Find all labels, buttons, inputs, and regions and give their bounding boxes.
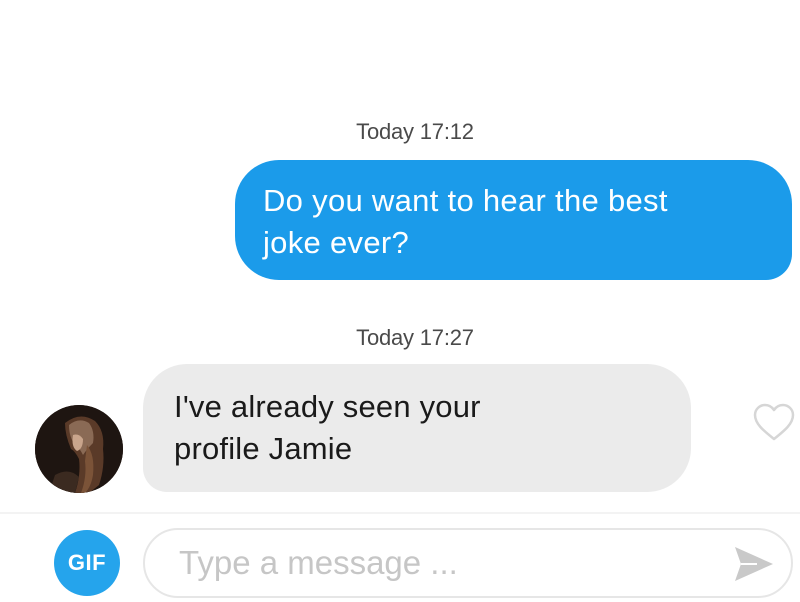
avatar-photo [35,405,123,493]
message-timestamp: Today 17:12 [356,119,474,144]
heart-outline-icon[interactable] [752,402,796,442]
message-input[interactable] [179,540,719,586]
avatar[interactable] [35,405,123,493]
message-timestamp: Today 17:27 [356,325,474,350]
message-text-line: I've already seen your [174,389,481,424]
message-text-line: joke ever? [263,225,410,260]
message-composer [143,528,793,598]
message-text-line: Do you want to hear the best [263,183,668,218]
send-arrow-icon[interactable] [733,545,775,583]
gif-button[interactable]: GIF [54,530,120,596]
composer-divider [0,512,800,514]
incoming-message-bubble[interactable]: I've already seen your profile Jamie [143,364,691,492]
message-text-line: profile Jamie [174,431,353,466]
outgoing-message-bubble[interactable]: Do you want to hear the best joke ever? [235,160,792,280]
